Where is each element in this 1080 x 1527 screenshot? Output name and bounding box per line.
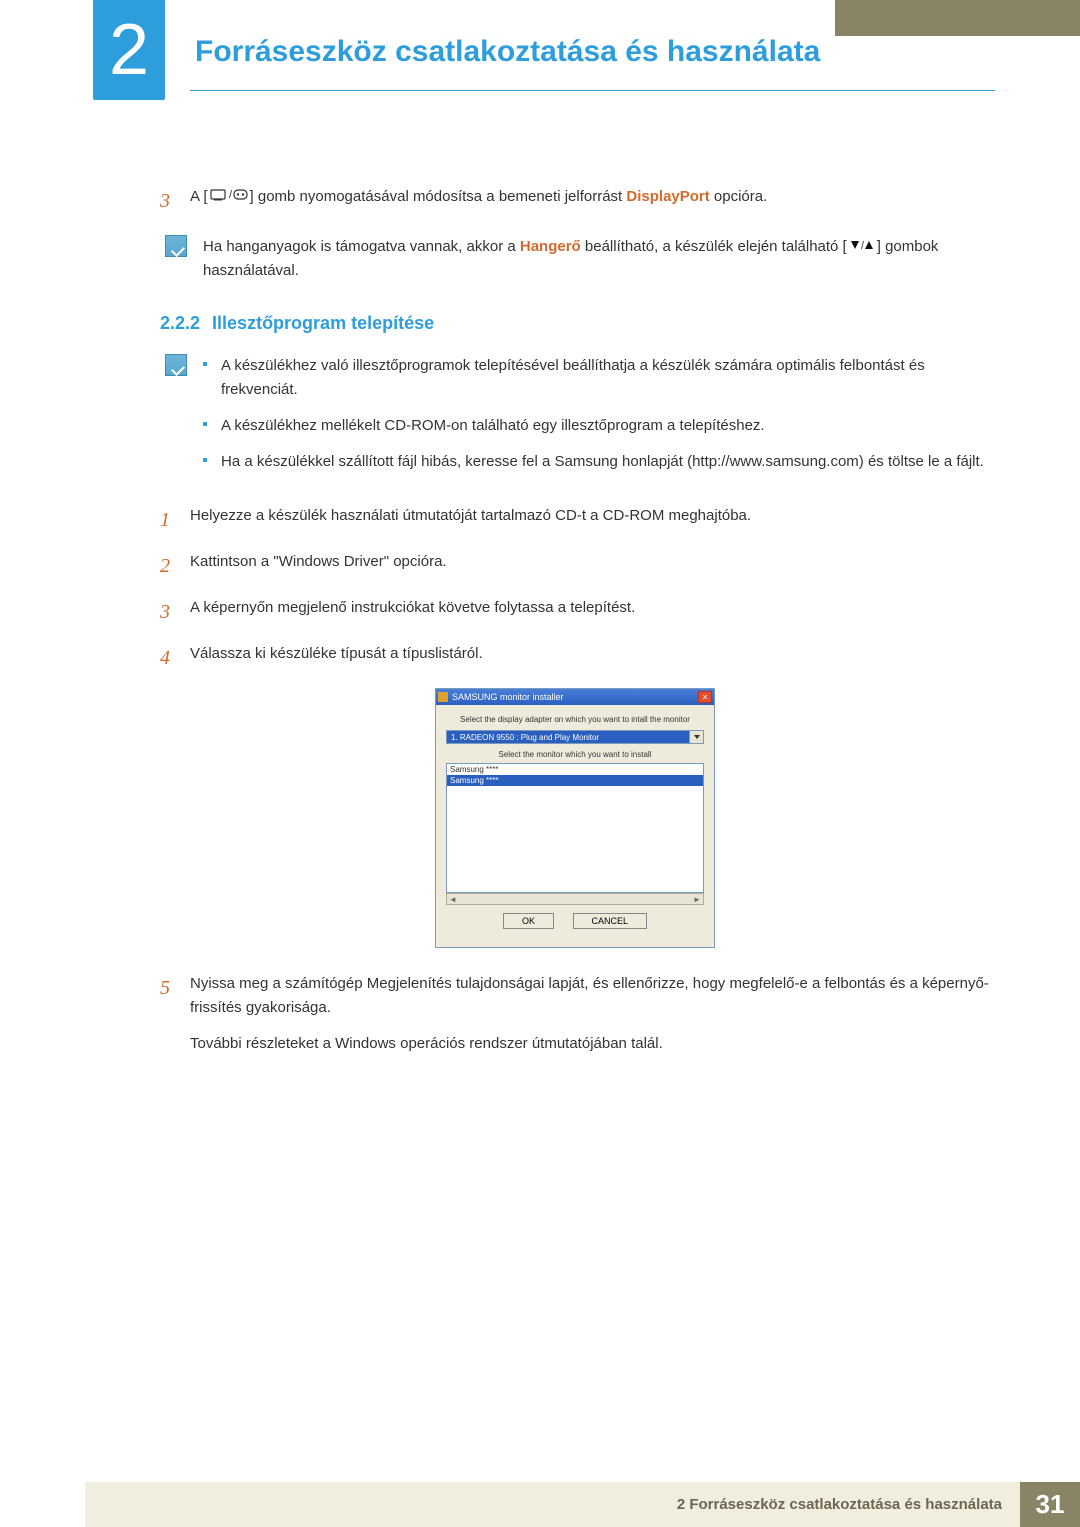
note-driver-install: A készülékhez való illesztőprogramok tel… bbox=[160, 354, 990, 486]
footer-chapter-text: 2 Forráseszköz csatlakoztatása és haszná… bbox=[85, 1482, 1020, 1527]
monitor-label: Select the monitor which you want to ins… bbox=[446, 750, 704, 759]
list-item-selected[interactable]: Samsung **** bbox=[447, 775, 703, 786]
close-icon[interactable]: × bbox=[698, 691, 712, 703]
step-3-top: 3 A [/] gomb nyomogatásával módosítsa a … bbox=[160, 185, 990, 217]
adapter-select[interactable]: 1. RADEON 9550 : Plug and Play Monitor bbox=[446, 730, 704, 744]
cancel-button[interactable]: CANCEL bbox=[573, 913, 648, 929]
dialog-titlebar: SAMSUNG monitor installer × bbox=[436, 689, 714, 705]
adapter-label: Select the display adapter on which you … bbox=[446, 715, 704, 724]
step-number: 3 bbox=[160, 185, 190, 217]
chevron-down-icon[interactable] bbox=[689, 731, 703, 743]
svg-text:/: / bbox=[861, 240, 865, 251]
page-footer: 2 Forráseszköz csatlakoztatása és haszná… bbox=[0, 1482, 1080, 1527]
volume-label: Hangerő bbox=[520, 238, 581, 255]
svg-text:/: / bbox=[229, 189, 233, 201]
source-button-icon: / bbox=[210, 185, 248, 209]
chapter-title: Forráseszköz csatlakoztatása és használa… bbox=[195, 35, 820, 69]
content-area: 3 A [/] gomb nyomogatásával módosítsa a … bbox=[160, 185, 990, 1070]
ok-button[interactable]: OK bbox=[503, 913, 554, 929]
footer-page-number: 31 bbox=[1020, 1482, 1080, 1527]
chapter-tab: 2 bbox=[93, 0, 165, 100]
step-text: A [/] gomb nyomogatásával módosítsa a be… bbox=[190, 185, 990, 217]
step-number: 4 bbox=[160, 642, 190, 674]
step-4: 4 Válassza ki készüléke típusát a típusl… bbox=[160, 642, 990, 674]
installer-dialog: SAMSUNG monitor installer × Select the d… bbox=[435, 688, 715, 948]
window-app-icon bbox=[438, 692, 448, 702]
subheading-title: Illesztőprogram telepítése bbox=[212, 313, 434, 333]
step-text: Válassza ki készüléke típusát a típuslis… bbox=[190, 642, 990, 674]
updown-button-icon: / bbox=[849, 235, 875, 259]
note-icon bbox=[165, 235, 187, 257]
subheading-number: 2.2.2 bbox=[160, 313, 200, 333]
list-item[interactable]: Samsung **** bbox=[447, 764, 703, 775]
step-number: 3 bbox=[160, 596, 190, 628]
horizontal-scrollbar[interactable]: ◄► bbox=[446, 893, 704, 905]
step-number: 5 bbox=[160, 972, 190, 1056]
step-number: 1 bbox=[160, 504, 190, 536]
monitor-listbox[interactable]: Samsung **** Samsung **** bbox=[446, 763, 704, 893]
step-3: 3 A képernyőn megjelenő instrukciókat kö… bbox=[160, 596, 990, 628]
note-volume: Ha hanganyagok is támogatva vannak, akko… bbox=[160, 235, 990, 283]
note-bullet: Ha a készülékkel szállított fájl hibás, … bbox=[203, 450, 990, 474]
step-text: Nyissa meg a számítógép Megjelenítés tul… bbox=[190, 972, 990, 1056]
note-bullet: A készülékhez mellékelt CD-ROM-on találh… bbox=[203, 414, 990, 438]
note-bullet-list: A készülékhez való illesztőprogramok tel… bbox=[203, 354, 990, 474]
note-icon bbox=[165, 354, 187, 376]
step-5: 5 Nyissa meg a számítógép Megjelenítés t… bbox=[160, 972, 990, 1056]
displayport-label: DisplayPort bbox=[626, 188, 709, 205]
adapter-selected-value: 1. RADEON 9550 : Plug and Play Monitor bbox=[451, 733, 599, 742]
step-1: 1 Helyezze a készülék használati útmutat… bbox=[160, 504, 990, 536]
header-accent-strip bbox=[835, 0, 1080, 36]
step-text: Kattintson a "Windows Driver" opcióra. bbox=[190, 550, 990, 582]
step-text: A képernyőn megjelenő instrukciókat köve… bbox=[190, 596, 990, 628]
note-bullet: A készülékhez való illesztőprogramok tel… bbox=[203, 354, 990, 402]
scroll-right-icon[interactable]: ► bbox=[691, 894, 703, 904]
scroll-left-icon[interactable]: ◄ bbox=[447, 894, 459, 904]
chapter-number: 2 bbox=[109, 9, 149, 91]
step-2: 2 Kattintson a "Windows Driver" opcióra. bbox=[160, 550, 990, 582]
subheading-222: 2.2.2 Illesztőprogram telepítése bbox=[160, 313, 990, 334]
dialog-title-text: SAMSUNG monitor installer bbox=[452, 692, 564, 702]
note-text: Ha hanganyagok is támogatva vannak, akko… bbox=[203, 235, 990, 283]
title-rule bbox=[190, 90, 995, 91]
step-number: 2 bbox=[160, 550, 190, 582]
step-text: Helyezze a készülék használati útmutatój… bbox=[190, 504, 990, 536]
